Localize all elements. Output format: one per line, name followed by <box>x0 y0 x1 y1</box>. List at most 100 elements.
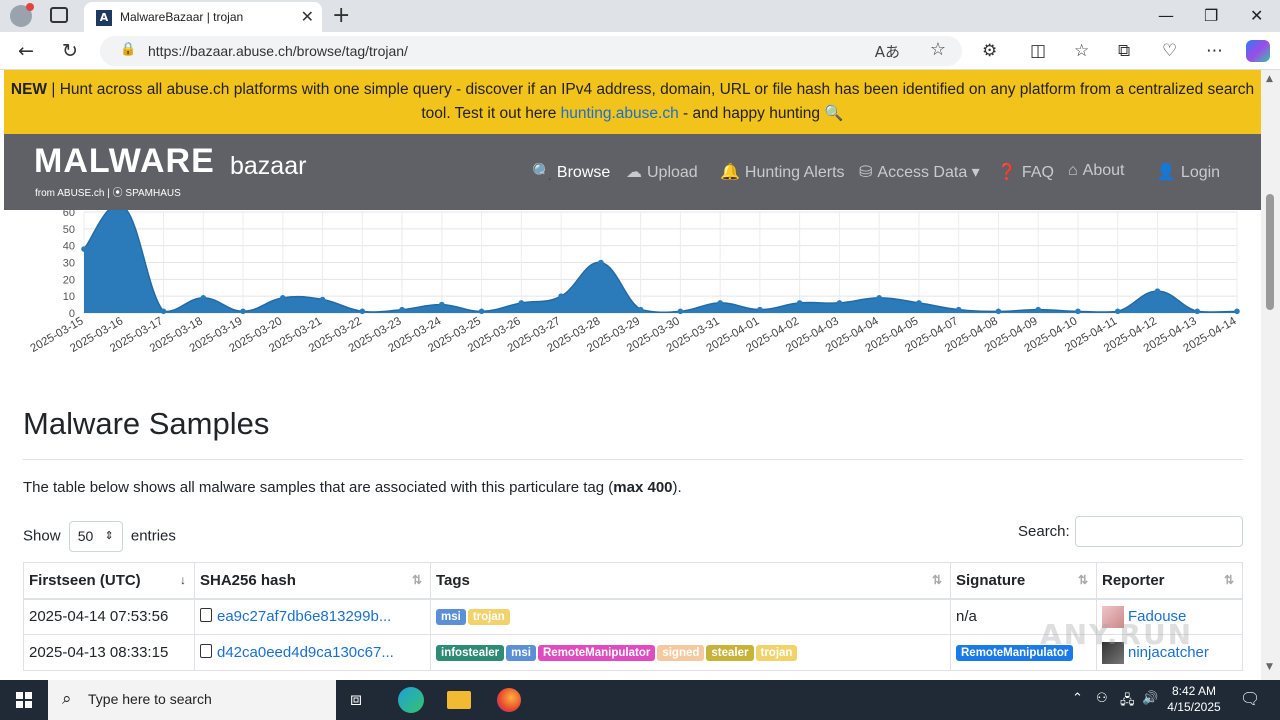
more-menu-icon[interactable]: ⋯ <box>1206 41 1223 61</box>
notifications-icon[interactable]: 🗨 <box>1240 689 1260 708</box>
back-icon[interactable]: ← <box>18 40 34 62</box>
new-tab-icon[interactable]: + <box>332 3 350 28</box>
data-point[interactable] <box>598 259 604 266</box>
taskbar-search[interactable]: ⌕ Type here to search <box>48 680 336 720</box>
network-icon[interactable]: 🖧 <box>1120 691 1135 713</box>
col-hash-label: SHA256 hash <box>200 571 296 589</box>
nav-upload[interactable]: ☁ Upload <box>626 162 698 182</box>
data-point[interactable] <box>1035 306 1042 313</box>
nav-login[interactable]: 👤 Login <box>1156 162 1220 182</box>
nav-browse[interactable]: 🔍 Browse <box>532 162 610 182</box>
tag-badge[interactable]: RemoteManipulator <box>538 645 656 661</box>
divider <box>23 459 1243 460</box>
data-point[interactable] <box>439 301 445 308</box>
data-point[interactable] <box>916 300 922 306</box>
tag-badge[interactable]: trojan <box>755 645 798 661</box>
sha256-link[interactable]: ea9c27af7db6e813299b... <box>217 608 391 625</box>
extensions-icon[interactable]: ⚙ <box>982 41 997 61</box>
tag-badge[interactable]: signed <box>657 645 705 661</box>
col-firstseen[interactable]: Firstseen (UTC) ↓ <box>23 562 195 600</box>
data-point[interactable] <box>558 293 564 299</box>
tag-badge[interactable]: msi <box>436 609 466 626</box>
hunting-link[interactable]: hunting.abuse.ch <box>561 105 679 122</box>
profile-icon[interactable] <box>10 3 34 27</box>
favorite-star-icon[interactable]: ☆ <box>930 39 946 60</box>
url-field[interactable]: 🔒 https://bazaar.abuse.ch/browse/tag/tro… <box>100 36 962 66</box>
col-signature[interactable]: Signature ⇅ <box>950 562 1097 600</box>
page-scrollbar[interactable]: ▲ ▼ <box>1261 70 1280 680</box>
data-point[interactable] <box>1114 308 1121 315</box>
data-point[interactable] <box>876 295 882 301</box>
data-point[interactable] <box>1154 288 1161 294</box>
volume-icon[interactable]: 🔊 <box>1142 691 1158 706</box>
close-window-icon[interactable]: ✕ <box>1250 6 1263 25</box>
data-point[interactable] <box>955 306 962 313</box>
windows-start-icon[interactable] <box>16 692 32 708</box>
data-point[interactable] <box>319 296 326 303</box>
copy-icon[interactable] <box>200 644 212 658</box>
col-tags[interactable]: Tags ⇅ <box>430 562 951 600</box>
col-reporter[interactable]: Reporter ⇅ <box>1096 562 1243 600</box>
data-point[interactable] <box>160 308 167 315</box>
data-point[interactable] <box>240 308 246 315</box>
y-tick-label: 60 <box>63 210 75 219</box>
edge-icon[interactable] <box>398 687 424 713</box>
data-point[interactable] <box>399 306 405 313</box>
task-view-icon[interactable]: ⧈ <box>350 688 362 710</box>
data-point[interactable] <box>717 300 723 306</box>
data-point[interactable] <box>478 308 485 315</box>
read-aloud-icon[interactable]: Aあ <box>875 41 900 62</box>
restore-icon[interactable]: ❐ <box>1204 6 1218 25</box>
tag-badge[interactable]: stealer <box>706 645 754 661</box>
data-point[interactable] <box>518 300 525 306</box>
tag-badge[interactable]: msi <box>506 645 536 661</box>
refresh-icon[interactable]: ↻ <box>62 40 78 62</box>
data-point[interactable] <box>81 246 87 252</box>
data-point[interactable] <box>279 295 286 301</box>
data-point[interactable] <box>200 295 207 301</box>
nav-faq[interactable]: ❓ FAQ <box>997 162 1054 182</box>
col-hash[interactable]: SHA256 hash ⇅ <box>194 562 431 600</box>
data-point[interactable] <box>1234 308 1240 315</box>
nav-hunting-alerts[interactable]: 🔔 Hunting Alerts <box>720 162 845 182</box>
data-point[interactable] <box>677 308 684 315</box>
search-input[interactable] <box>1075 516 1243 547</box>
data-point[interactable] <box>995 308 1002 315</box>
copilot-icon[interactable] <box>1246 40 1270 62</box>
data-point[interactable] <box>1075 308 1081 315</box>
file-explorer-icon[interactable] <box>447 691 471 709</box>
lock-icon[interactable]: 🔒 <box>120 42 136 57</box>
browser-essentials-icon[interactable]: ♡ <box>1162 41 1177 61</box>
tag-badge[interactable]: infostealer <box>436 645 505 661</box>
tray-app-icon[interactable]: ⚇ <box>1096 691 1108 706</box>
logo-sub[interactable]: bazaar <box>230 152 306 181</box>
scroll-down-icon[interactable]: ▼ <box>1266 662 1273 672</box>
nav-access-data[interactable]: ⛁ Access Data ▾ <box>859 162 980 182</box>
favorites-icon[interactable]: ☆ <box>1074 41 1089 61</box>
data-point[interactable] <box>1194 308 1201 315</box>
nav-about[interactable]: ⌂ About <box>1068 162 1124 180</box>
scroll-thumb[interactable] <box>1266 194 1274 310</box>
minimize-icon[interactable]: — <box>1158 6 1174 25</box>
collections-icon[interactable]: ⧉ <box>1118 41 1130 61</box>
scroll-up-icon[interactable]: ▲ <box>1266 74 1273 84</box>
data-point[interactable] <box>836 300 843 306</box>
sha256-link[interactable]: d42ca0eed4d9ca130c67... <box>217 644 394 661</box>
copy-icon[interactable] <box>200 608 212 623</box>
system-clock[interactable]: 8:42 AM 4/15/2025 <box>1166 683 1222 715</box>
browser-tab[interactable]: A MalwareBazaar | trojan ✕ <box>84 2 322 32</box>
logo-main[interactable]: MALWARE <box>34 142 215 181</box>
close-tab-icon[interactable]: ✕ <box>301 7 314 26</box>
split-screen-icon[interactable]: ◫ <box>1030 41 1046 61</box>
tray-chevron-icon[interactable]: ⌃ <box>1072 691 1083 706</box>
logo-from: from ABUSE.ch | ⦿ SPAMHAUS <box>35 188 181 199</box>
data-point[interactable] <box>757 306 763 313</box>
entries-label: entries <box>130 527 176 545</box>
data-point[interactable] <box>637 306 644 313</box>
data-point[interactable] <box>359 308 366 315</box>
tab-actions-icon[interactable] <box>50 7 68 23</box>
entries-select[interactable]: 50 <box>68 521 123 552</box>
firefox-icon[interactable] <box>497 688 521 712</box>
tag-badge[interactable]: trojan <box>467 609 510 626</box>
data-point[interactable] <box>796 300 803 306</box>
